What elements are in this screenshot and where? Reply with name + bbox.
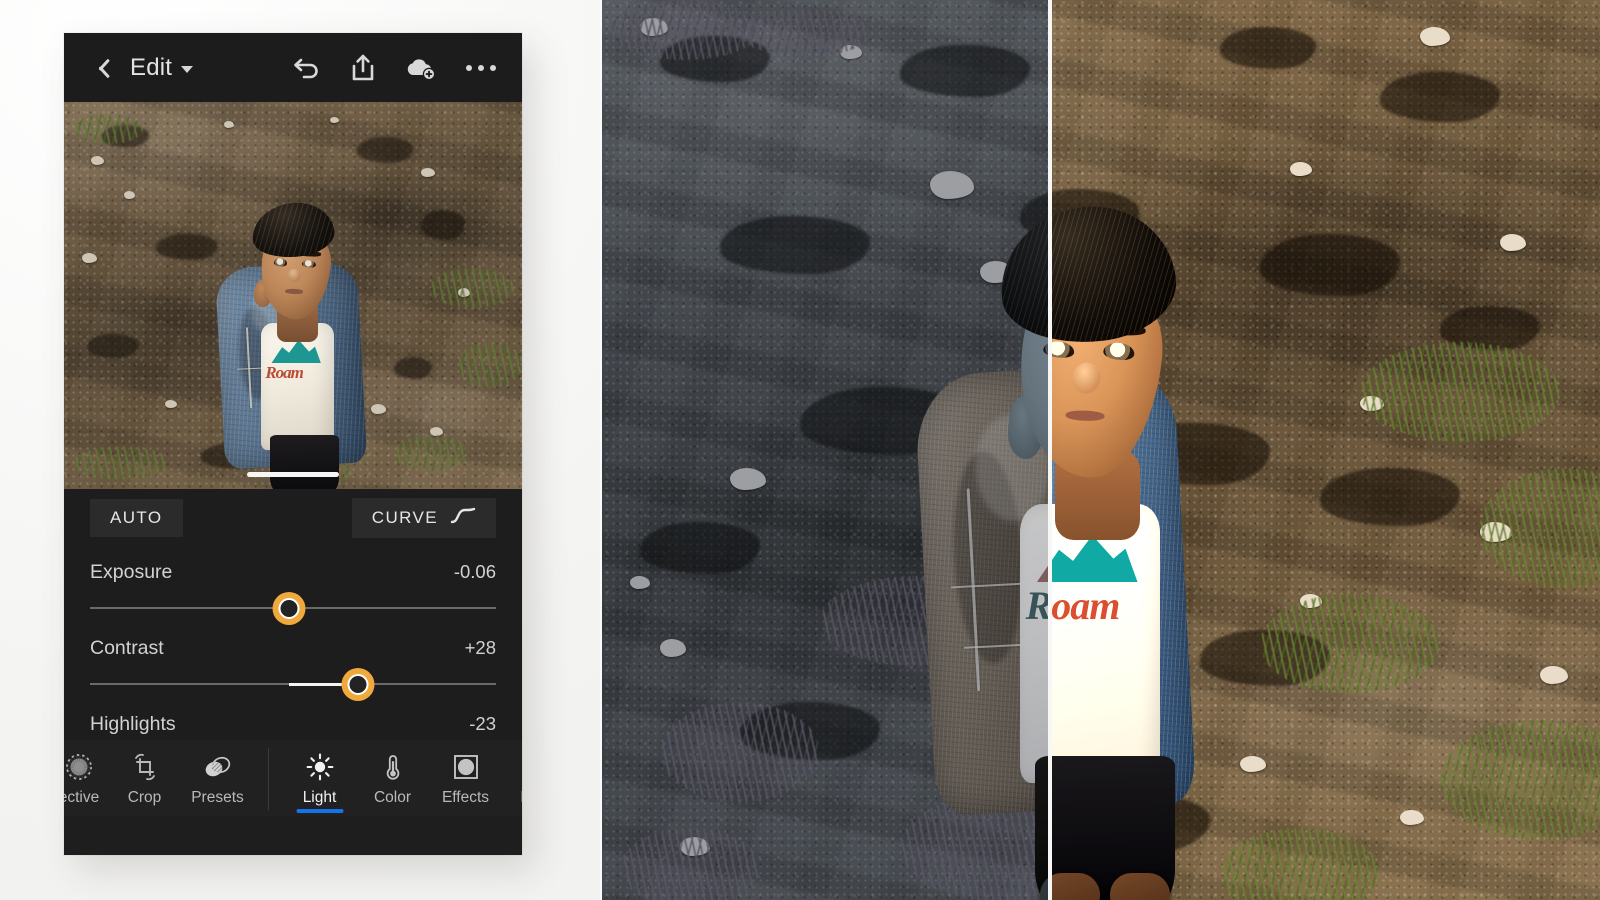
toolbar-item-label: Light [302, 789, 337, 806]
toolbar-divider [268, 748, 269, 810]
undo-icon[interactable] [292, 55, 322, 81]
toolbar-item-effects[interactable]: Effects [429, 746, 502, 807]
vignette-square-icon [429, 750, 502, 784]
lightroom-mobile-screen: Edit Roam AUTO CURVE Exposure -0.06 Cont… [64, 33, 522, 855]
toolbar-item-label: Color [373, 789, 412, 806]
cloud-add-icon[interactable] [404, 55, 438, 81]
presets-circles-icon [181, 750, 254, 784]
page-background: Edit Roam AUTO CURVE Exposure -0.06 Cont… [0, 0, 1600, 900]
page-title[interactable]: Edit [130, 53, 194, 82]
slider-contrast[interactable]: Contrast +28 [90, 627, 496, 703]
toolbar-item-detail[interactable]: Detai [502, 746, 522, 807]
top-bar: Edit [64, 33, 522, 102]
active-tab-indicator [296, 809, 343, 813]
sun-icon [283, 750, 356, 784]
comparison-after-half: Roam [1050, 0, 1600, 900]
slider-track[interactable] [90, 668, 496, 701]
auto-button-label: AUTO [110, 508, 163, 527]
auto-button[interactable]: AUTO [90, 499, 183, 537]
toolbar-item-label: Detai [502, 789, 522, 807]
slider-knob[interactable] [341, 668, 375, 701]
slider-exposure[interactable]: Exposure -0.06 [90, 551, 496, 627]
selective-dotted-circle-icon [64, 750, 108, 784]
more-dot [490, 64, 496, 71]
slider-knob[interactable] [272, 592, 306, 625]
bottom-toolbar: ective Crop [64, 740, 522, 816]
more-dot [478, 64, 484, 71]
comparison-before-half: Roam [600, 0, 1050, 900]
home-indicator [247, 472, 339, 477]
more-dot [466, 64, 472, 71]
share-icon[interactable] [350, 54, 376, 82]
before-artwork: Roam [600, 0, 1050, 900]
slider-value: +28 [464, 637, 496, 658]
slider-label: Exposure [90, 561, 173, 583]
tone-curve-icon [450, 507, 476, 529]
triangle-icon [502, 750, 522, 784]
curve-button[interactable]: CURVE [351, 498, 496, 538]
comparison-left-edge [600, 0, 602, 900]
more-icon[interactable] [466, 64, 496, 71]
after-artwork: Roam [1050, 0, 1600, 900]
slider-track[interactable] [90, 592, 496, 625]
photo-preview[interactable]: Roam [64, 102, 522, 489]
crop-rotate-icon [108, 750, 181, 784]
curve-button-label: CURVE [371, 508, 438, 527]
toolbar-item-crop[interactable]: Crop [108, 746, 181, 807]
toolbar-item-light[interactable]: Light [283, 746, 356, 813]
slider-label: Contrast [90, 637, 164, 659]
thermometer-icon [356, 750, 429, 784]
slider-value: -23 [469, 713, 496, 734]
toolbar-item-label: Effects [441, 789, 490, 806]
caret-down-icon [181, 66, 194, 73]
toolbar-item-presets[interactable]: Presets [181, 746, 254, 807]
toolbar-item-color[interactable]: Color [356, 746, 429, 807]
before-after-comparison[interactable]: Roam [600, 0, 1600, 900]
slider-label: Highlights [90, 713, 176, 735]
slider-value: -0.06 [453, 561, 496, 582]
toolbar-item-label: Crop [127, 789, 162, 806]
photo-artwork: Roam [64, 102, 522, 489]
toolbar-item-label: Presets [191, 789, 244, 806]
top-bar-actions [292, 54, 496, 82]
toolbar-item-label: ective [64, 789, 100, 806]
page-title-label: Edit [130, 53, 173, 81]
chevron-left-icon[interactable] [86, 53, 116, 83]
edit-panel-buttons: AUTO CURVE [64, 489, 522, 547]
before-after-divider[interactable] [1048, 0, 1052, 900]
toolbar-item-selective[interactable]: ective [64, 746, 108, 807]
light-edit-panel: AUTO CURVE Exposure -0.06 Contrast +28 H… [64, 489, 522, 816]
